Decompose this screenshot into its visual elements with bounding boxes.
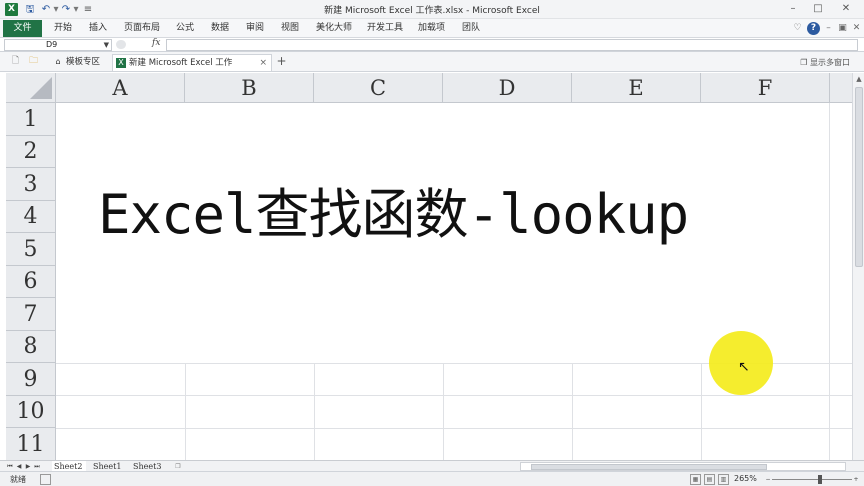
- row-header-2[interactable]: 2: [6, 136, 56, 168]
- excel-file-icon: X: [116, 58, 126, 68]
- multi-window-icon: ❐: [800, 58, 808, 67]
- title-bar: X 🖫 ↶ ▾ ↷ ▾ ≡ 新建 Microsoft Excel 工作表.xls…: [0, 0, 864, 19]
- column-header-e[interactable]: E: [572, 73, 701, 103]
- help-icon[interactable]: ?: [807, 22, 820, 35]
- name-box-value: D9: [46, 40, 58, 49]
- status-ready: 就绪: [10, 475, 26, 484]
- row-header-1[interactable]: 1: [6, 103, 56, 136]
- merged-cell-title[interactable]: Excel查找函数-lookup: [98, 170, 689, 249]
- worksheet-grid[interactable]: A B C D E F 1 2 3 4 5 6 7 8 9 10 11 Exce…: [6, 73, 852, 460]
- column-header-d[interactable]: D: [443, 73, 572, 103]
- insert-function-icon[interactable]: fx: [152, 38, 160, 48]
- gridline: [443, 363, 444, 460]
- close-workbook-icon[interactable]: ✕: [850, 22, 863, 35]
- sheet-tab-bar: ⏮ ◀ ▶ ⏭ Sheet2 Sheet1 Sheet3 ❐: [0, 460, 864, 472]
- add-tab-icon[interactable]: +: [276, 55, 287, 67]
- document-tab-bar: 🗋 🗀 ⌂ 模板专区 X 新建 Microsoft Excel 工作表.xlsx…: [0, 52, 864, 85]
- mouse-pointer-icon: ↖: [738, 359, 750, 375]
- tab-home[interactable]: 开始: [54, 21, 72, 36]
- tab-beautify-master[interactable]: 美化大师: [316, 21, 352, 36]
- scroll-up-icon[interactable]: ▲: [853, 73, 864, 85]
- row-header-9[interactable]: 9: [6, 363, 56, 396]
- zoom-in-icon[interactable]: +: [852, 474, 860, 485]
- ribbon-tab-bar: 文件 开始 插入 页面布局 公式 数据 审阅 视图 美化大师 开发工具 加载项 …: [0, 19, 864, 38]
- formula-bar-expand-handle[interactable]: [116, 40, 126, 49]
- vertical-scrollbar[interactable]: ▲: [852, 73, 864, 460]
- gridline: [56, 395, 852, 396]
- home-icon: ⌂: [55, 57, 61, 66]
- column-header-c[interactable]: C: [314, 73, 443, 103]
- gridline: [829, 103, 830, 460]
- select-all-corner[interactable]: [6, 73, 56, 103]
- status-bar: 就绪 ▦ ▤ ▥ 265% − +: [0, 471, 864, 486]
- gridline: [185, 363, 186, 460]
- open-folder-icon[interactable]: 🗀: [28, 56, 39, 67]
- row-header-11[interactable]: 11: [6, 428, 56, 460]
- workbook-window-icon[interactable]: ▣: [836, 22, 849, 35]
- tab-team[interactable]: 团队: [462, 21, 480, 36]
- horizontal-scrollbar[interactable]: [520, 462, 846, 471]
- row-header-8[interactable]: 8: [6, 331, 56, 363]
- tab-formulas[interactable]: 公式: [176, 21, 194, 36]
- tab-developer[interactable]: 开发工具: [367, 21, 403, 36]
- row-header-5[interactable]: 5: [6, 233, 56, 266]
- formula-bar: D9 ▼ fx: [0, 38, 864, 52]
- page-break-view-icon[interactable]: ▥: [718, 474, 729, 485]
- show-multi-window-button[interactable]: ❐ 显示多窗口: [800, 57, 850, 68]
- restore-workbook-icon[interactable]: –: [822, 22, 835, 35]
- doc-tab-templates[interactable]: ⌂ 模板专区: [50, 54, 108, 71]
- new-document-icon[interactable]: 🗋: [10, 56, 21, 67]
- doc-tab-workbook[interactable]: X 新建 Microsoft Excel 工作表.xlsx ×: [112, 54, 272, 85]
- row-header-3[interactable]: 3: [6, 168, 56, 201]
- row-header-4[interactable]: 4: [6, 201, 56, 233]
- gridline: [314, 363, 315, 460]
- vertical-scroll-thumb[interactable]: [855, 87, 863, 267]
- column-header-b[interactable]: B: [185, 73, 314, 103]
- zoom-level[interactable]: 265%: [734, 474, 757, 483]
- close-window-icon[interactable]: ✕: [836, 2, 856, 16]
- gridline: [572, 363, 573, 460]
- minimize-icon[interactable]: –: [783, 2, 803, 16]
- name-box[interactable]: D9 ▼: [4, 39, 112, 51]
- collapse-ribbon-icon[interactable]: ♡: [791, 22, 804, 35]
- zoom-out-icon[interactable]: −: [764, 474, 772, 485]
- page-layout-view-icon[interactable]: ▤: [704, 474, 715, 485]
- doc-tab-label: 模板专区: [66, 57, 101, 67]
- window-title: 新建 Microsoft Excel 工作表.xlsx - Microsoft …: [324, 6, 540, 16]
- gridline: [701, 363, 702, 460]
- tab-review[interactable]: 审阅: [246, 21, 264, 36]
- row-header-6[interactable]: 6: [6, 266, 56, 298]
- column-header-g-partial[interactable]: [830, 73, 852, 103]
- zoom-slider[interactable]: [772, 479, 852, 480]
- tab-insert[interactable]: 插入: [89, 21, 107, 36]
- multi-window-label: 显示多窗口: [810, 58, 850, 67]
- close-tab-icon[interactable]: ×: [259, 55, 267, 72]
- maximize-icon[interactable]: □: [808, 2, 828, 16]
- macro-record-icon[interactable]: [40, 474, 51, 485]
- column-header-a[interactable]: A: [56, 73, 185, 103]
- tab-view[interactable]: 视图: [281, 21, 299, 36]
- gridline: [56, 428, 852, 429]
- horizontal-scroll-thumb[interactable]: [531, 464, 767, 470]
- name-box-dropdown-icon[interactable]: ▼: [104, 40, 109, 50]
- tab-file[interactable]: 文件: [3, 20, 42, 37]
- normal-view-icon[interactable]: ▦: [690, 474, 701, 485]
- tab-page-layout[interactable]: 页面布局: [124, 21, 160, 36]
- tab-data[interactable]: 数据: [211, 21, 229, 36]
- zoom-slider-handle[interactable]: [818, 475, 822, 484]
- tab-add-ins[interactable]: 加载项: [418, 21, 445, 36]
- formula-input[interactable]: [166, 39, 858, 51]
- row-header-10[interactable]: 10: [6, 396, 56, 428]
- column-header-f[interactable]: F: [701, 73, 830, 103]
- row-header-7[interactable]: 7: [6, 298, 56, 331]
